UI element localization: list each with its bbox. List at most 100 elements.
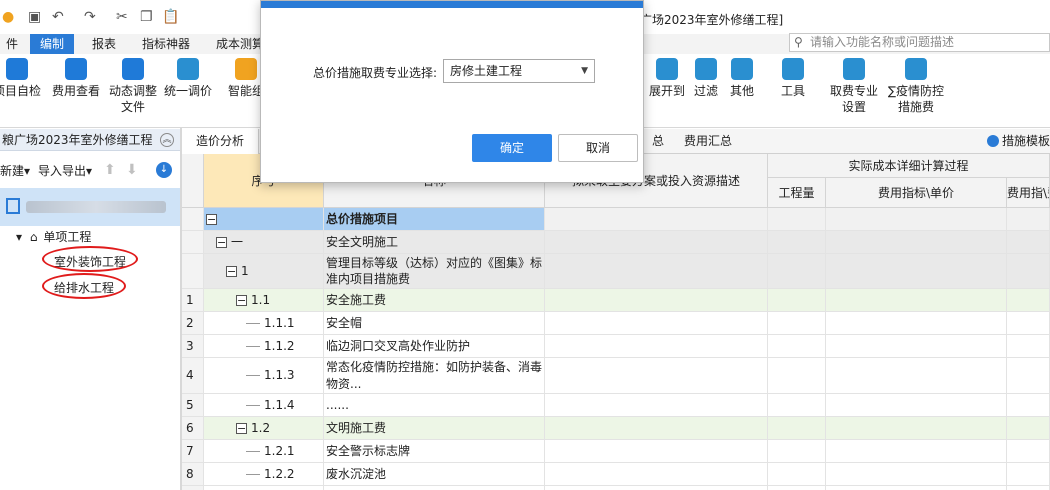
name-cell[interactable]: 安全文明施工 (324, 231, 545, 253)
value-cell[interactable] (826, 231, 1007, 253)
redo-icon[interactable]: ↷ (84, 9, 96, 25)
value-cell[interactable] (545, 358, 768, 393)
name-cell[interactable]: 文明施工费 (324, 417, 545, 439)
tool-button[interactable]: 工具 (777, 58, 809, 99)
value-cell[interactable] (826, 463, 1007, 485)
unified-price-button[interactable]: 统一调价 (161, 58, 215, 99)
value-cell[interactable] (768, 312, 826, 334)
collapse-icon[interactable]: ︽ (160, 133, 174, 147)
value-cell[interactable] (1007, 358, 1050, 393)
name-cell[interactable]: 总价措施项目 (324, 208, 545, 230)
table-row[interactable]: 2 1.1.1 安全帽 (182, 312, 1050, 335)
table-row[interactable]: − 一安全文明施工 (182, 231, 1050, 254)
value-cell[interactable] (545, 417, 768, 439)
value-cell[interactable] (1007, 335, 1050, 357)
table-row[interactable]: 3 1.1.2 临边洞口交叉高处作业防护 (182, 335, 1050, 358)
expand-to-button[interactable]: 展开到 (644, 58, 690, 99)
value-cell[interactable] (768, 394, 826, 416)
value-cell[interactable] (826, 417, 1007, 439)
name-cell[interactable]: 安全警示标志牌 (324, 440, 545, 462)
seq-cell[interactable]: 1.1.1 (204, 312, 324, 334)
collapse-toggle-icon[interactable]: − (206, 213, 217, 225)
project-node[interactable] (0, 188, 180, 226)
value-cell[interactable] (826, 208, 1007, 230)
value-cell[interactable] (1007, 463, 1050, 485)
table-row[interactable]: − 总价措施项目 (182, 208, 1050, 231)
value-cell[interactable] (1007, 312, 1050, 334)
template-button[interactable]: 措施模板 (986, 132, 1050, 149)
name-cell[interactable]: ...... (324, 394, 545, 416)
value-cell[interactable] (545, 254, 768, 288)
table-row[interactable]: 7 1.2.1 安全警示标志牌 (182, 440, 1050, 463)
value-cell[interactable] (1007, 208, 1050, 230)
value-cell[interactable] (826, 394, 1007, 416)
dynamic-adjust-button[interactable]: 动态调整 文件 (106, 58, 160, 115)
seq-cell[interactable]: 1.2.2 (204, 463, 324, 485)
copy-icon[interactable]: ❐ (140, 9, 153, 25)
menu-edit[interactable]: 编制 (30, 34, 75, 54)
value-cell[interactable] (826, 254, 1007, 288)
value-cell[interactable] (768, 440, 826, 462)
seq-cell[interactable]: 1.2.1 (204, 440, 324, 462)
cost-view-button[interactable]: 费用查看 (48, 58, 104, 99)
value-cell[interactable] (1007, 486, 1050, 490)
value-cell[interactable] (545, 394, 768, 416)
tab-fee-summary[interactable]: 费用汇总 (676, 129, 740, 154)
table-row[interactable]: 6−1.2 文明施工费 (182, 417, 1050, 440)
value-cell[interactable] (1007, 231, 1050, 253)
search-input[interactable]: ⚲ 请输入功能名称或问题描述 (789, 33, 1050, 52)
collapse-toggle-icon[interactable]: − (216, 236, 227, 248)
seq-cell[interactable]: −1 (204, 254, 324, 288)
name-cell[interactable]: 安全施工费 (324, 289, 545, 311)
cancel-button[interactable]: 取消 (558, 134, 638, 162)
value-cell[interactable] (826, 312, 1007, 334)
collapse-toggle-icon[interactable]: − (226, 265, 237, 277)
value-cell[interactable] (826, 358, 1007, 393)
menu-file[interactable]: 件 (0, 34, 24, 54)
move-down-icon[interactable]: ⬇ (126, 162, 138, 178)
value-cell[interactable] (826, 289, 1007, 311)
value-cell[interactable] (545, 312, 768, 334)
fee-setting-button[interactable]: 取费专业 设置 (826, 58, 882, 115)
seq-cell[interactable]: 1.1.4 (204, 394, 324, 416)
table-row[interactable]: 1−1.1 安全施工费 (182, 289, 1050, 312)
value-cell[interactable] (768, 417, 826, 439)
collapse-toggle-icon[interactable]: − (236, 294, 247, 306)
ok-button[interactable]: 确定 (472, 134, 552, 162)
tree-root[interactable]: ▾ ⌂ 单项工程 (16, 228, 91, 245)
seq-cell[interactable]: − (204, 208, 324, 230)
seq-cell[interactable]: 1.1.3 (204, 358, 324, 393)
value-cell[interactable] (1007, 394, 1050, 416)
value-cell[interactable] (545, 208, 768, 230)
seq-cell[interactable]: − 一 (204, 231, 324, 253)
seq-cell[interactable]: 1.2.3 (204, 486, 324, 490)
name-cell[interactable]: 废水沉淀池 (324, 463, 545, 485)
menu-report[interactable]: 报表 (86, 34, 122, 54)
name-cell[interactable]: 常态化疫情防控措施：按需列项 (324, 486, 545, 490)
name-cell[interactable]: 管理目标等级（达标）对应的《图集》标准内项目措施费 (324, 254, 545, 288)
paste-icon[interactable]: 📋 (162, 9, 179, 25)
value-cell[interactable] (768, 486, 826, 490)
value-cell[interactable] (768, 208, 826, 230)
value-cell[interactable] (768, 463, 826, 485)
download-icon[interactable]: ↓ (156, 162, 172, 178)
value-cell[interactable] (826, 440, 1007, 462)
table-row[interactable]: 5 1.1.4...... (182, 394, 1050, 417)
table-row[interactable]: 91.2.3常态化疫情防控措施：按需列项 (182, 486, 1050, 490)
table-row[interactable]: 8 1.2.2 废水沉淀池 (182, 463, 1050, 486)
value-cell[interactable] (768, 358, 826, 393)
value-cell[interactable] (545, 289, 768, 311)
value-cell[interactable] (1007, 254, 1050, 288)
collapse-toggle-icon[interactable]: − (236, 422, 247, 434)
name-cell[interactable]: 安全帽 (324, 312, 545, 334)
value-cell[interactable] (1007, 289, 1050, 311)
move-up-icon[interactable]: ⬆ (104, 162, 116, 178)
seq-cell[interactable]: −1.2 (204, 417, 324, 439)
tree-expand-icon[interactable]: ▾ (16, 230, 22, 244)
seq-cell[interactable]: −1.1 (204, 289, 324, 311)
cut-icon[interactable]: ✂ (116, 9, 128, 25)
save-icon[interactable]: ▣ (28, 9, 41, 25)
value-cell[interactable] (768, 231, 826, 253)
epidemic-fee-button[interactable]: ∑疫情防控 措施费 (884, 58, 948, 115)
value-cell[interactable] (545, 486, 768, 490)
